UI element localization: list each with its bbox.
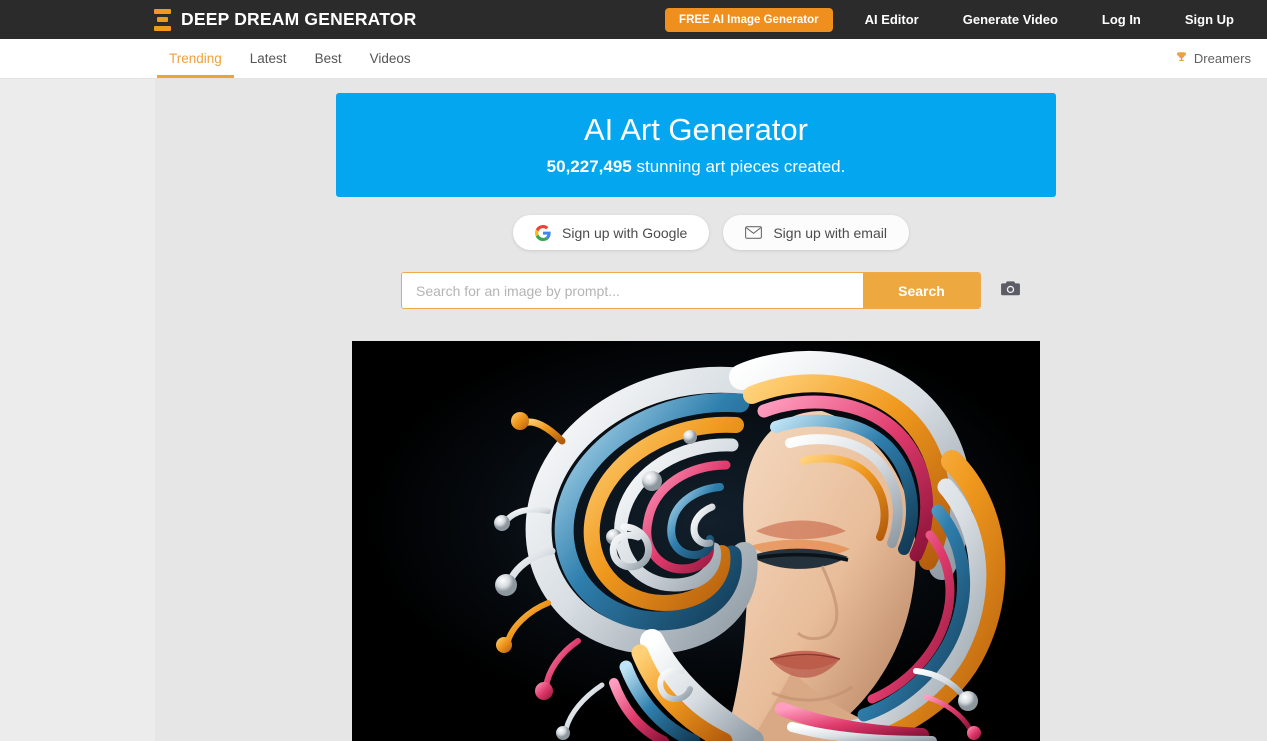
hero-banner: AI Art Generator 50,227,495 stunning art… — [336, 93, 1056, 197]
camera-search-button[interactable] — [999, 280, 1021, 302]
search-input[interactable] — [402, 273, 863, 308]
tab-trending[interactable]: Trending — [155, 40, 236, 78]
nav-link-generate-video[interactable]: Generate Video — [963, 12, 1058, 27]
page-title: AI Art Generator — [584, 112, 808, 148]
sign-up-with-email-label: Sign up with email — [773, 224, 887, 241]
tab-videos[interactable]: Videos — [356, 40, 425, 78]
camera-icon — [1000, 280, 1021, 302]
stacked-bars-logo-icon — [154, 8, 171, 31]
page-body: AI Art Generator 50,227,495 stunning art… — [0, 79, 1267, 741]
brand-logo[interactable]: DEEP DREAM GENERATOR — [154, 8, 417, 31]
hero-subtitle-suffix: stunning art pieces created. — [631, 156, 846, 176]
nav-link-sign-up[interactable]: Sign Up — [1185, 12, 1234, 27]
nav-link-log-in[interactable]: Log In — [1102, 12, 1141, 27]
envelope-icon — [745, 226, 763, 239]
nav-link-ai-editor[interactable]: AI Editor — [865, 12, 919, 27]
search-row: Search — [155, 272, 1267, 309]
sign-up-with-google-button[interactable]: Sign up with Google — [513, 215, 710, 250]
top-header-bar: DEEP DREAM GENERATOR FREE AI Image Gener… — [0, 0, 1267, 39]
dreamers-link[interactable]: Dreamers — [1175, 39, 1251, 78]
sign-up-with-google-label: Sign up with Google — [562, 224, 688, 241]
hero-subtitle: 50,227,495 stunning art pieces created. — [547, 157, 846, 177]
trophy-icon — [1175, 51, 1188, 66]
free-ai-image-generator-button[interactable]: FREE AI Image Generator — [665, 7, 833, 32]
content-column: AI Art Generator 50,227,495 stunning art… — [155, 79, 1267, 741]
dreamers-label: Dreamers — [1193, 51, 1251, 66]
featured-artwork-card[interactable] — [352, 341, 1040, 741]
top-nav: FREE AI Image Generator AI Editor Genera… — [665, 0, 1267, 39]
search-bar: Search — [401, 272, 981, 309]
brand-name: DEEP DREAM GENERATOR — [181, 9, 417, 29]
tab-best[interactable]: Best — [301, 40, 356, 78]
signup-buttons: Sign up with Google Sign up with email — [155, 215, 1267, 250]
featured-artwork-image — [352, 341, 1040, 741]
sign-up-with-email-button[interactable]: Sign up with email — [723, 215, 909, 250]
secondary-nav-bar: Trending Latest Best Videos Dreamers — [0, 39, 1267, 79]
tab-latest[interactable]: Latest — [236, 40, 301, 78]
search-button[interactable]: Search — [863, 273, 980, 308]
google-g-icon — [535, 224, 551, 241]
art-pieces-count: 50,227,495 — [546, 156, 632, 176]
content-tabs: Trending Latest Best Videos — [155, 39, 425, 78]
